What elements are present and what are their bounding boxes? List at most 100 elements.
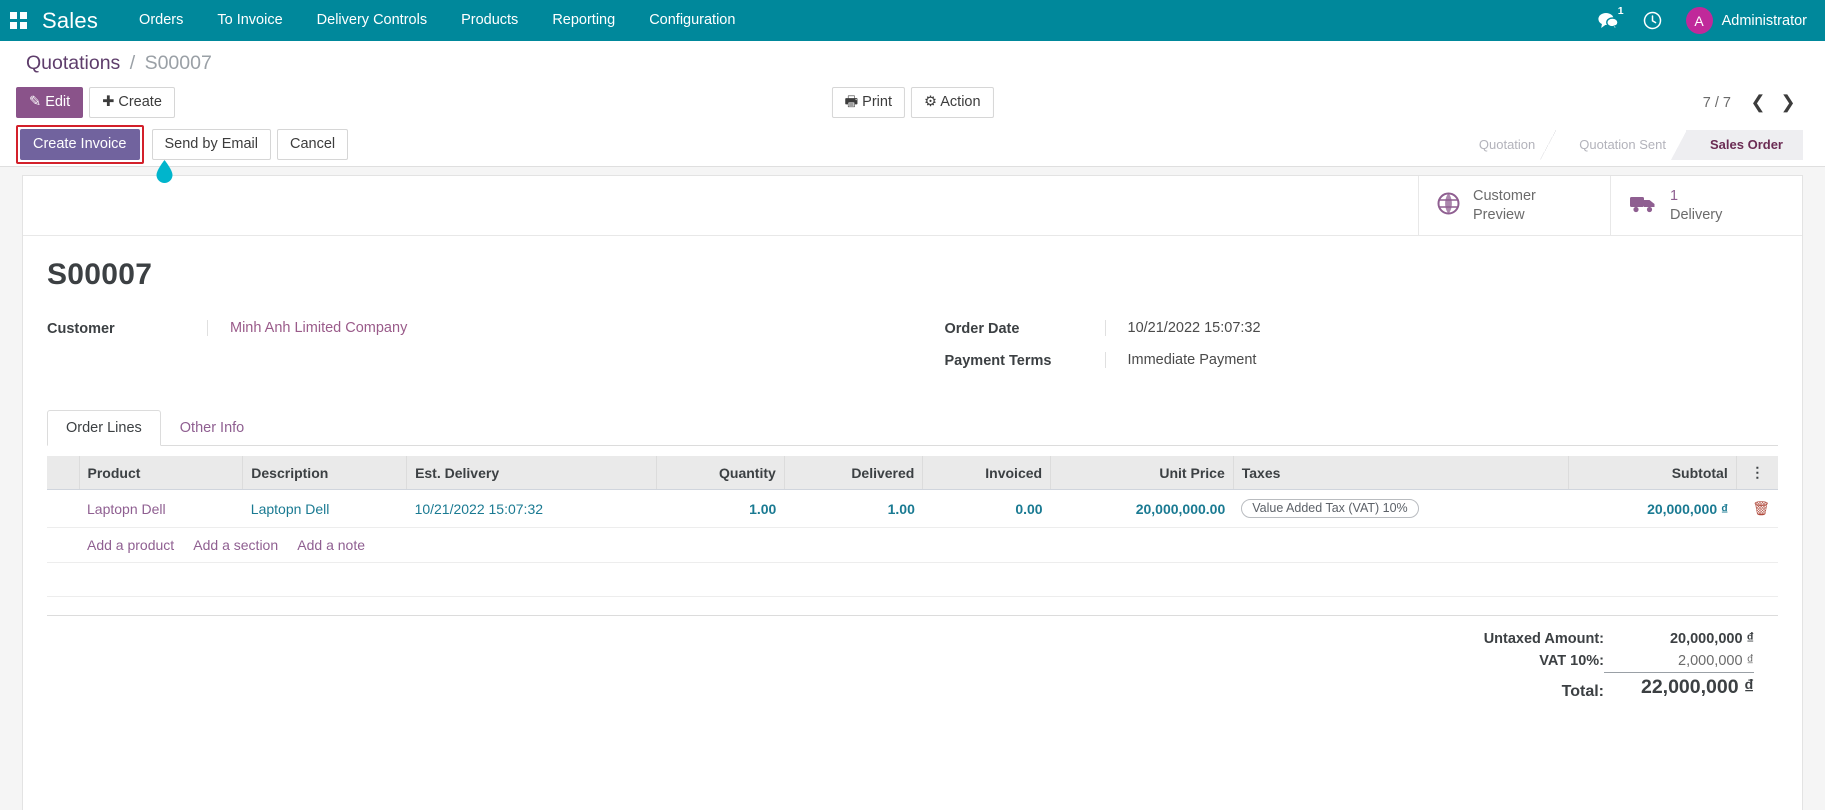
field-order-date: Order Date 10/21/2022 15:07:32 [945, 320, 1779, 337]
status-bar: Quotation Quotation Sent Sales Order [1455, 129, 1803, 160]
control-panel-center-group: 🖶 Print ⚙ Action [831, 86, 994, 119]
cell-invoiced[interactable]: 0.00 [922, 489, 1051, 529]
smart-button-customer-preview-text: Customer Preview [1473, 188, 1536, 223]
globe-icon [1437, 192, 1460, 220]
status-badge: Value Added Tax (VAT) 10% [1241, 499, 1419, 519]
totals-row-tax: VAT 10%: 2,000,000 ₫ [1484, 650, 1754, 673]
options-vertical-dots-icon[interactable]: ⋮ [1736, 456, 1778, 491]
top-navbar: Sales Orders To Invoice Delivery Control… [0, 0, 1825, 41]
action-button[interactable]: ⚙ Action [911, 86, 994, 119]
cell-product[interactable]: Laptopn Dell [79, 489, 243, 529]
control-panel-primary-row: ✎ Edit ✚ Create 🖶 Print ⚙ Action 7 / 7 ❮… [0, 82, 1825, 123]
total-label: Total: [1561, 683, 1604, 701]
print-button[interactable]: 🖶 Print [831, 86, 906, 119]
field-payment-terms-value[interactable]: Immediate Payment [1104, 352, 1779, 369]
totals-block: Untaxed Amount: 20,000,000 ₫ VAT 10%: 2,… [47, 628, 1778, 703]
add-links-row: Add a product Add a section Add a note [47, 527, 1778, 564]
table-filler-row [47, 562, 1778, 598]
cell-description[interactable]: Laptopn Dell [242, 489, 407, 529]
nav-menu-delivery-controls[interactable]: Delivery Controls [300, 0, 444, 41]
add-a-section-link[interactable]: Add a section [193, 537, 278, 553]
clock-icon[interactable] [1632, 0, 1674, 41]
avatar: A [1685, 7, 1713, 34]
cell-quantity[interactable]: 1.00 [656, 489, 785, 529]
nav-menu-configuration[interactable]: Configuration [632, 0, 752, 41]
order-lines-table-body: Laptopn Dell Laptopn Dell 10/21/2022 15:… [47, 489, 1778, 598]
untaxed-amount-label: Untaxed Amount: [1483, 631, 1604, 648]
column-drag-handle [47, 456, 80, 491]
create-button[interactable]: ✚ Create [89, 86, 175, 119]
nav-menu-orders[interactable]: Orders [122, 0, 200, 41]
nav-menu-products[interactable]: Products [444, 0, 535, 41]
add-a-product-link[interactable]: Add a product [87, 537, 174, 553]
page-title: S00007 [47, 258, 153, 292]
form-fields-grid: Customer Minh Anh Limited Company Order … [47, 320, 1778, 384]
control-panel-secondary-row: Create Invoice Send by Email Cancel Quot… [0, 123, 1825, 183]
field-customer-label: Customer [47, 321, 115, 338]
field-customer-value: Minh Anh Limited Company [207, 320, 913, 337]
cell-subtotal: 20,000,000 ₫ [1568, 489, 1737, 529]
breadcrumb-root-quotations[interactable]: Quotations [26, 52, 120, 74]
trash-icon[interactable]: 🗑 [1736, 489, 1778, 529]
messages-icon[interactable]: 1 [1588, 0, 1630, 41]
tab-other-info[interactable]: Other Info [161, 410, 263, 446]
pager-value: 7 / 7 [1702, 94, 1731, 111]
cell-taxes[interactable]: Value Added Tax (VAT) 10% [1233, 489, 1569, 529]
table-row[interactable]: Laptopn Dell Laptopn Dell 10/21/2022 15:… [47, 489, 1778, 529]
cell-delivered[interactable]: 1.00 [784, 489, 923, 529]
column-unit-price: Unit Price [1050, 456, 1234, 491]
form-sheet-background: Customer Preview 1 Delivery S00007 Custo… [0, 167, 1825, 810]
chevron-right-icon[interactable]: ❯ [1773, 88, 1803, 118]
table-filler-cell [47, 562, 1778, 598]
breadcrumb-current-record: S00007 [144, 52, 212, 74]
add-links-spacer [47, 527, 79, 564]
totals-row-untaxed: Untaxed Amount: 20,000,000 ₫ [1484, 628, 1754, 650]
column-taxes: Taxes [1233, 456, 1569, 491]
field-payment-terms: Payment Terms Immediate Payment [945, 352, 1779, 369]
notebook-tabs: Order Lines Other Info [47, 410, 1778, 447]
add-a-note-link[interactable]: Add a note [297, 537, 365, 553]
smart-button-delivery-text: 1 Delivery [1670, 188, 1723, 223]
field-customer: Customer Minh Anh Limited Company [47, 320, 913, 337]
tab-order-lines[interactable]: Order Lines [47, 410, 161, 447]
totals-separator [47, 615, 1778, 617]
form-body: S00007 Customer Minh Anh Limited Company… [23, 236, 1802, 712]
status-step-quotation[interactable]: Quotation [1455, 129, 1557, 160]
field-order-date-label: Order Date [944, 321, 1020, 338]
column-product: Product [79, 456, 244, 491]
form-sheet: Customer Preview 1 Delivery S00007 Custo… [22, 175, 1803, 810]
field-payment-terms-label: Payment Terms [944, 353, 1052, 370]
nav-menu-reporting[interactable]: Reporting [535, 0, 632, 41]
app-brand-sales[interactable]: Sales [42, 8, 98, 34]
nav-menu-to-invoice[interactable]: To Invoice [200, 0, 299, 41]
smart-button-delivery[interactable]: 1 Delivery [1610, 176, 1802, 236]
printer-icon: 🖶 [844, 93, 859, 110]
add-links-cell: Add a product Add a section Add a note [79, 527, 1778, 564]
field-order-date-value[interactable]: 10/21/2022 15:07:32 [1104, 320, 1779, 337]
user-menu[interactable]: A Administrator [1676, 7, 1811, 34]
column-description: Description [242, 456, 408, 491]
record-actions-group: ✎ Edit ✚ Create [16, 86, 175, 119]
edit-button[interactable]: ✎ Edit [16, 86, 84, 119]
row-drag-handle[interactable] [47, 489, 79, 529]
create-invoice-button[interactable]: Create Invoice [20, 128, 140, 161]
table-header-row: Product Description Est. Delivery Quanti… [47, 456, 1778, 491]
notebook: Order Lines Other Info Product Descripti… [47, 410, 1778, 598]
tax-label: VAT 10%: [1539, 653, 1604, 670]
apps-grid-icon[interactable] [10, 11, 28, 30]
breadcrumb: Quotations / S00007 [0, 41, 1825, 82]
status-step-quotation-sent[interactable]: Quotation Sent [1555, 129, 1687, 160]
order-lines-table: Product Description Est. Delivery Quanti… [47, 456, 1778, 598]
totals-row-total: Total: 22,000,000 ₫ [1484, 672, 1754, 703]
smart-button-customer-preview[interactable]: Customer Preview [1418, 176, 1610, 236]
plus-icon: ✚ [102, 93, 115, 110]
pencil-icon: ✎ [29, 93, 42, 110]
tax-value: 2,000,000 ₫ [1678, 653, 1754, 670]
customer-link[interactable]: Minh Anh Limited Company [230, 320, 407, 336]
form-column-left: Customer Minh Anh Limited Company [47, 320, 913, 384]
send-by-email-button[interactable]: Send by Email [151, 128, 271, 161]
chevron-left-icon[interactable]: ❮ [1743, 88, 1773, 118]
cell-est-delivery[interactable]: 10/21/2022 15:07:32 [406, 489, 657, 529]
cell-unit-price[interactable]: 20,000,000.00 [1050, 489, 1234, 529]
cancel-button[interactable]: Cancel [277, 128, 349, 161]
